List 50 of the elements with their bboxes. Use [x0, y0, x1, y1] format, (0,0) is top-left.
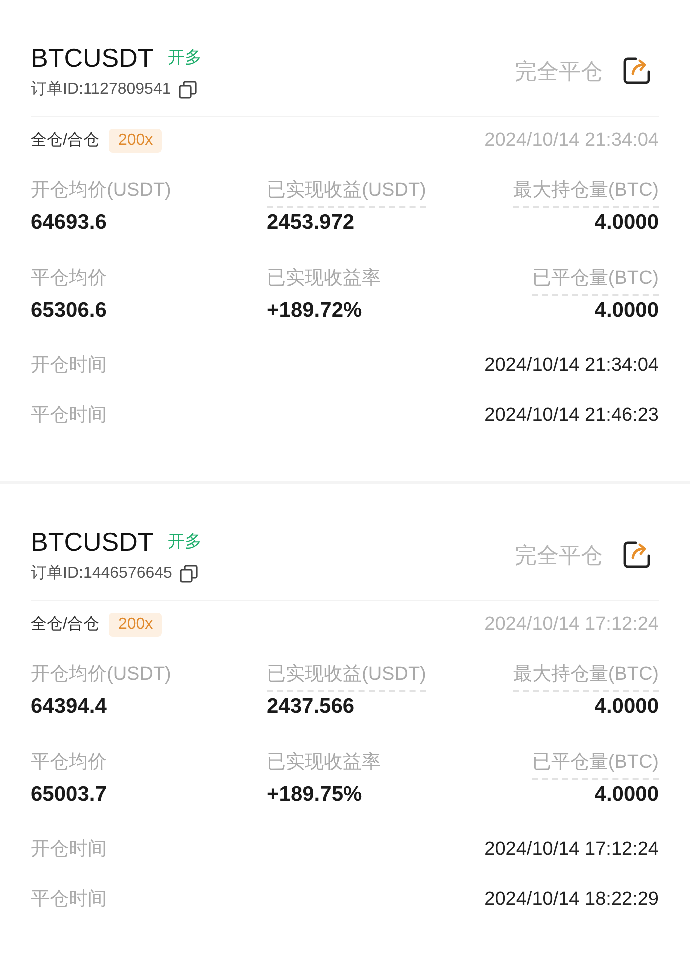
time-label: 开仓时间 [31, 354, 107, 378]
stat-label: 最大持仓量(BTC) [513, 662, 659, 692]
stat-value: 65306.6 [31, 298, 107, 324]
stat-value: 4.0000 [594, 210, 659, 236]
stat-value: 64693.6 [31, 210, 107, 236]
stat-value: +189.75% [267, 782, 362, 808]
symbol-title: BTCUSDT [31, 42, 154, 75]
stat-label: 已实现收益率 [267, 750, 381, 774]
side-tag: 开多 [168, 529, 202, 555]
stat-label: 平仓均价 [31, 266, 107, 290]
margin-mode: 全仓/合仓 [31, 615, 100, 636]
order-id: 订单ID:1127809541 [31, 80, 172, 100]
stat-label: 平仓均价 [31, 750, 107, 774]
stat-label: 已实现收益率 [267, 266, 381, 290]
stat-label: 已实现收益(USDT) [267, 178, 426, 208]
stat-label: 已平仓量(BTC) [532, 266, 659, 296]
time-value: 2024/10/14 21:34:04 [484, 354, 659, 378]
stat-value: 4.0000 [594, 298, 659, 324]
share-icon[interactable] [623, 57, 651, 85]
time-value: 2024/10/14 18:22:29 [484, 888, 659, 912]
copy-icon[interactable] [179, 81, 198, 99]
stat-label: 已实现收益(USDT) [267, 662, 426, 692]
time-value: 2024/10/14 21:46:23 [484, 404, 659, 428]
order-id: 订单ID:1446576645 [31, 564, 172, 584]
time-label: 平仓时间 [31, 888, 107, 912]
time-label: 平仓时间 [31, 404, 107, 428]
time-value: 2024/10/14 17:12:24 [484, 838, 659, 862]
stat-value: 2437.566 [267, 694, 355, 720]
stat-label: 开仓均价(USDT) [31, 178, 172, 202]
stat-value: 65003.7 [31, 782, 107, 808]
time-label: 开仓时间 [31, 838, 107, 862]
symbol-title: BTCUSDT [31, 526, 154, 559]
stat-value: 4.0000 [594, 694, 659, 720]
stat-label: 已平仓量(BTC) [532, 750, 659, 780]
close-position-button[interactable]: 完全平仓 [515, 538, 603, 572]
leverage-badge: 200x [109, 613, 162, 638]
stat-value: 64394.4 [31, 694, 107, 720]
margin-mode: 全仓/合仓 [31, 131, 100, 152]
leverage-badge: 200x [109, 129, 162, 154]
timestamp: 2024/10/14 17:12:24 [484, 613, 659, 637]
stat-value: 2453.972 [267, 210, 355, 236]
timestamp: 2024/10/14 21:34:04 [484, 129, 659, 153]
close-position-button[interactable]: 完全平仓 [515, 54, 603, 88]
copy-icon[interactable] [180, 565, 198, 583]
side-tag: 开多 [168, 45, 202, 71]
stat-label: 开仓均价(USDT) [31, 662, 172, 686]
stat-label: 最大持仓量(BTC) [513, 178, 659, 208]
share-icon[interactable] [623, 541, 651, 569]
stat-value: +189.72% [267, 298, 362, 324]
stat-value: 4.0000 [594, 782, 659, 808]
